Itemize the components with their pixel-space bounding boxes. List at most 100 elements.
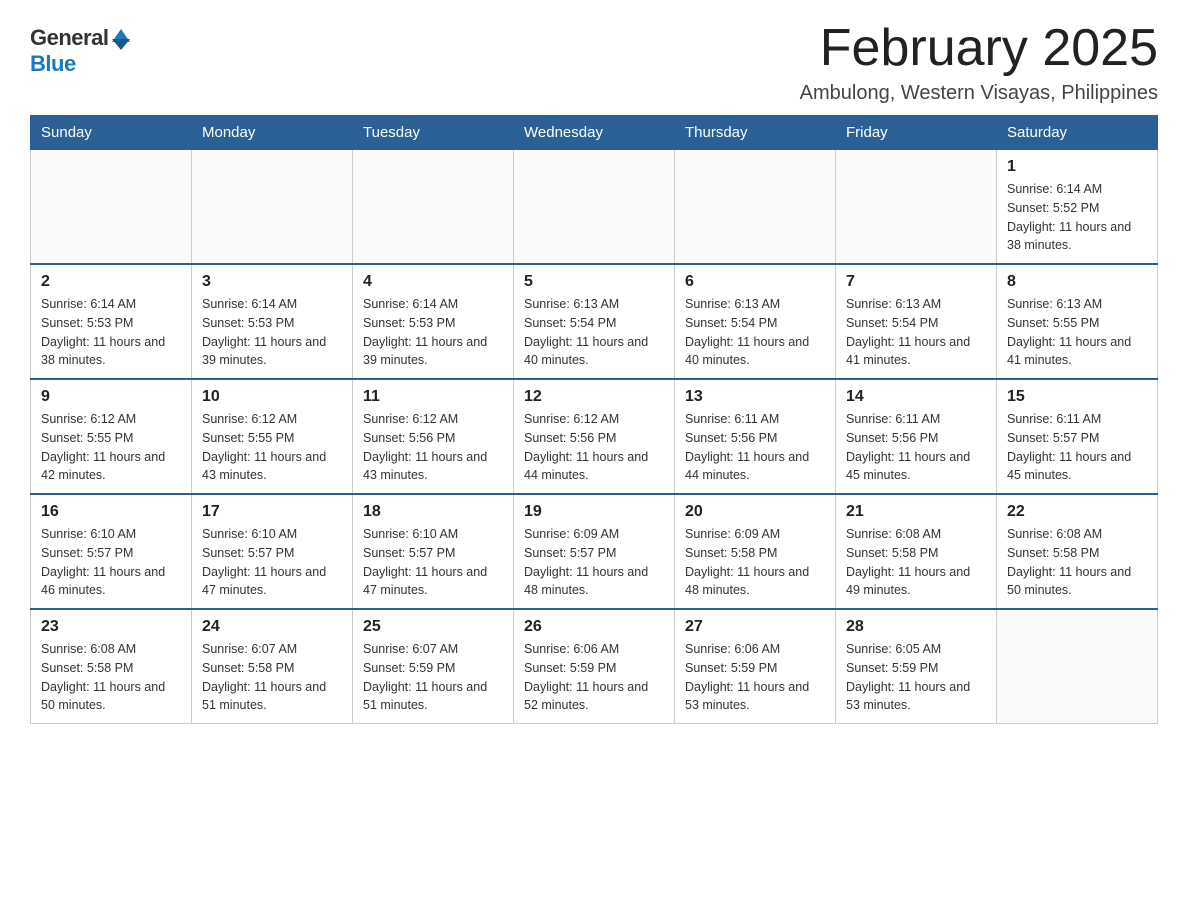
table-row: 9Sunrise: 6:12 AMSunset: 5:55 PMDaylight… [31, 379, 192, 494]
table-row: 4 Sunrise: 6:14 AMSunset: 5:53 PMDaylight… [353, 264, 514, 379]
calendar-header-row: Sunday Monday Tuesday Wednesday Thursday… [31, 116, 1158, 150]
day-info: Sunrise: 6:10 AMSunset: 5:57 PMDaylight:… [202, 525, 342, 600]
day-info: Sunrise: 6:14 AMSunset: 5:53 PMDaylight:… [41, 295, 181, 370]
calendar-week-row: 9Sunrise: 6:12 AMSunset: 5:55 PMDaylight… [31, 379, 1158, 494]
table-row: 3 Sunrise: 6:14 AMSunset: 5:53 PMDaylight… [192, 264, 353, 379]
col-tuesday: Tuesday [353, 116, 514, 150]
day-info: Sunrise: 6:09 AMSunset: 5:57 PMDaylight:… [524, 525, 664, 600]
day-info: Sunrise: 6:07 AMSunset: 5:58 PMDaylight:… [202, 640, 342, 715]
day-info: Sunrise: 6:14 AMSunset: 5:53 PMDaylight:… [363, 295, 503, 370]
day-number: 6 [685, 273, 825, 291]
table-row: 12 Sunrise: 6:12 AMSunset: 5:56 PMDayligh… [514, 379, 675, 494]
day-info: Sunrise: 6:14 AMSunset: 5:52 PMDaylight:… [1007, 180, 1147, 255]
table-row: 22 Sunrise: 6:08 AMSunset: 5:58 PMDayligh… [997, 494, 1158, 609]
day-info: Sunrise: 6:12 AMSunset: 5:56 PMDaylight:… [524, 410, 664, 485]
day-number: 26 [524, 618, 664, 636]
table-row: 14 Sunrise: 6:11 AMSunset: 5:56 PMDayligh… [836, 379, 997, 494]
table-row: 27Sunrise: 6:06 AMSunset: 5:59 PMDayligh… [675, 609, 836, 724]
table-row: 10 Sunrise: 6:12 AMSunset: 5:55 PMDayligh… [192, 379, 353, 494]
day-info: Sunrise: 6:07 AMSunset: 5:59 PMDaylight:… [363, 640, 503, 715]
logo-triangle-bottom [112, 39, 130, 50]
table-row: 26 Sunrise: 6:06 AMSunset: 5:59 PMDayligh… [514, 609, 675, 724]
day-info: Sunrise: 6:08 AMSunset: 5:58 PMDaylight:… [846, 525, 986, 600]
day-number: 17 [202, 503, 342, 521]
day-number: 3 [202, 273, 342, 291]
calendar-subtitle: Ambulong, Western Visayas, Philippines [800, 82, 1158, 105]
table-row: 5Sunrise: 6:13 AMSunset: 5:54 PMDaylight… [514, 264, 675, 379]
day-number: 23 [41, 618, 181, 636]
day-number: 14 [846, 388, 986, 406]
col-friday: Friday [836, 116, 997, 150]
table-row: 11 Sunrise: 6:12 AMSunset: 5:56 PMDayligh… [353, 379, 514, 494]
table-row: 20 Sunrise: 6:09 AMSunset: 5:58 PMDayligh… [675, 494, 836, 609]
calendar-week-row: 1 Sunrise: 6:14 AMSunset: 5:52 PMDaylight… [31, 150, 1158, 265]
day-info: Sunrise: 6:12 AMSunset: 5:56 PMDaylight:… [363, 410, 503, 485]
day-number: 16 [41, 503, 181, 521]
day-info: Sunrise: 6:12 AMSunset: 5:55 PMDaylight:… [202, 410, 342, 485]
table-row: 16 Sunrise: 6:10 AMSunset: 5:57 PMDayligh… [31, 494, 192, 609]
day-number: 12 [524, 388, 664, 406]
day-info: Sunrise: 6:13 AMSunset: 5:54 PMDaylight:… [846, 295, 986, 370]
table-row: 18Sunrise: 6:10 AMSunset: 5:57 PMDayligh… [353, 494, 514, 609]
table-row: 6 Sunrise: 6:13 AMSunset: 5:54 PMDaylight… [675, 264, 836, 379]
table-row [997, 609, 1158, 724]
day-number: 15 [1007, 388, 1147, 406]
day-info: Sunrise: 6:13 AMSunset: 5:55 PMDaylight:… [1007, 295, 1147, 370]
table-row [192, 150, 353, 265]
col-monday: Monday [192, 116, 353, 150]
day-number: 7 [846, 273, 986, 291]
title-block: February 2025 Ambulong, Western Visayas,… [800, 20, 1158, 105]
table-row [836, 150, 997, 265]
logo-blue-text: Blue [30, 51, 76, 77]
col-sunday: Sunday [31, 116, 192, 150]
table-row [514, 150, 675, 265]
day-number: 22 [1007, 503, 1147, 521]
calendar-week-row: 16 Sunrise: 6:10 AMSunset: 5:57 PMDayligh… [31, 494, 1158, 609]
table-row: 13 Sunrise: 6:11 AMSunset: 5:56 PMDayligh… [675, 379, 836, 494]
day-info: Sunrise: 6:12 AMSunset: 5:55 PMDaylight:… [41, 410, 181, 485]
day-info: Sunrise: 6:11 AMSunset: 5:56 PMDaylight:… [685, 410, 825, 485]
day-info: Sunrise: 6:09 AMSunset: 5:58 PMDaylight:… [685, 525, 825, 600]
day-number: 2 [41, 273, 181, 291]
page-header: General Blue February 2025 Ambulong, Wes… [30, 20, 1158, 105]
col-wednesday: Wednesday [514, 116, 675, 150]
col-thursday: Thursday [675, 116, 836, 150]
day-number: 18 [363, 503, 503, 521]
table-row: 21 Sunrise: 6:08 AMSunset: 5:58 PMDayligh… [836, 494, 997, 609]
day-info: Sunrise: 6:08 AMSunset: 5:58 PMDaylight:… [1007, 525, 1147, 600]
table-row [353, 150, 514, 265]
day-info: Sunrise: 6:11 AMSunset: 5:57 PMDaylight:… [1007, 410, 1147, 485]
table-row [675, 150, 836, 265]
day-info: Sunrise: 6:14 AMSunset: 5:53 PMDaylight:… [202, 295, 342, 370]
day-number: 20 [685, 503, 825, 521]
col-saturday: Saturday [997, 116, 1158, 150]
day-number: 4 [363, 273, 503, 291]
calendar-week-row: 2 Sunrise: 6:14 AMSunset: 5:53 PMDaylight… [31, 264, 1158, 379]
day-number: 19 [524, 503, 664, 521]
day-number: 8 [1007, 273, 1147, 291]
day-info: Sunrise: 6:05 AMSunset: 5:59 PMDaylight:… [846, 640, 986, 715]
day-number: 1 [1007, 158, 1147, 176]
day-info: Sunrise: 6:13 AMSunset: 5:54 PMDaylight:… [685, 295, 825, 370]
table-row: 2 Sunrise: 6:14 AMSunset: 5:53 PMDaylight… [31, 264, 192, 379]
table-row: 15 Sunrise: 6:11 AMSunset: 5:57 PMDayligh… [997, 379, 1158, 494]
day-number: 21 [846, 503, 986, 521]
table-row: 1 Sunrise: 6:14 AMSunset: 5:52 PMDaylight… [997, 150, 1158, 265]
table-row: 7 Sunrise: 6:13 AMSunset: 5:54 PMDaylight… [836, 264, 997, 379]
table-row [31, 150, 192, 265]
logo: General Blue [30, 25, 130, 77]
day-number: 10 [202, 388, 342, 406]
table-row: 25 Sunrise: 6:07 AMSunset: 5:59 PMDayligh… [353, 609, 514, 724]
day-info: Sunrise: 6:08 AMSunset: 5:58 PMDaylight:… [41, 640, 181, 715]
calendar-week-row: 23 Sunrise: 6:08 AMSunset: 5:58 PMDayligh… [31, 609, 1158, 724]
day-number: 13 [685, 388, 825, 406]
table-row: 24Sunrise: 6:07 AMSunset: 5:58 PMDayligh… [192, 609, 353, 724]
day-number: 25 [363, 618, 503, 636]
day-info: Sunrise: 6:06 AMSunset: 5:59 PMDaylight:… [524, 640, 664, 715]
day-info: Sunrise: 6:06 AMSunset: 5:59 PMDaylight:… [685, 640, 825, 715]
day-info: Sunrise: 6:10 AMSunset: 5:57 PMDaylight:… [41, 525, 181, 600]
table-row: 23 Sunrise: 6:08 AMSunset: 5:58 PMDayligh… [31, 609, 192, 724]
day-info: Sunrise: 6:11 AMSunset: 5:56 PMDaylight:… [846, 410, 986, 485]
day-number: 11 [363, 388, 503, 406]
table-row: 8 Sunrise: 6:13 AMSunset: 5:55 PMDaylight… [997, 264, 1158, 379]
